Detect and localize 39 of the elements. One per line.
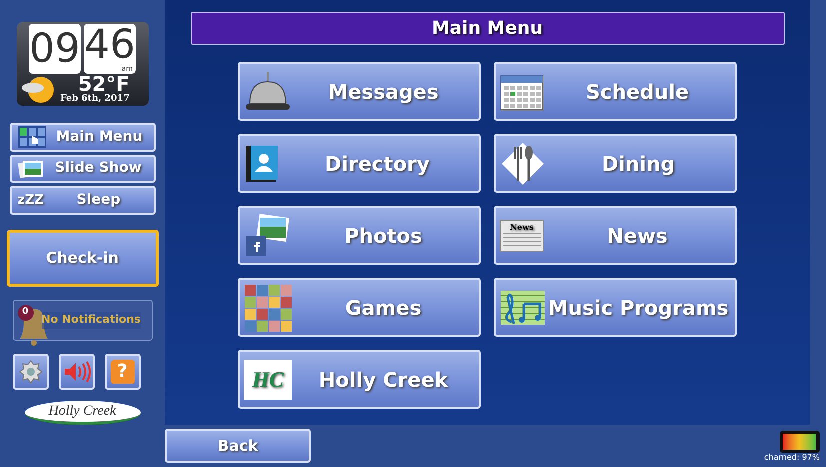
battery-reading: charned: 97% — [764, 454, 820, 462]
contact-book-icon — [244, 144, 280, 184]
hc-logo: HC — [244, 360, 292, 400]
menu-tile[interactable]: HC Holly Creek — [238, 350, 481, 409]
sidebar-button[interactable]: zZZ Sleep — [10, 186, 156, 215]
main-menu-title: Main Menu — [190, 12, 784, 45]
tool-button[interactable]: ? — [104, 354, 140, 390]
notifications-label: No Notifications — [42, 312, 141, 329]
clock-minutes: 46 — [84, 24, 136, 66]
menu-tile[interactable]: Games — [238, 278, 481, 337]
tool-button[interactable] — [12, 354, 48, 390]
sidebar-button[interactable]: Slide Show — [10, 154, 156, 184]
menu-tile[interactable]: Photos — [238, 206, 481, 265]
menu-tile[interactable]: News News — [494, 206, 737, 265]
tool-button[interactable] — [58, 354, 94, 390]
check-in-button[interactable]: Check-in — [6, 230, 158, 287]
menu-tile[interactable]: Directory — [238, 134, 481, 193]
menu-tile[interactable]: Music Programs — [494, 278, 737, 337]
menu-tile[interactable]: Messages — [238, 62, 481, 121]
newspaper-icon: News — [500, 220, 544, 252]
notification-count-badge: 0 — [18, 304, 34, 321]
holly-creek-logo: Holly Creek — [24, 401, 140, 425]
fork-spoon-icon — [500, 140, 546, 186]
sleep-icon: zZZ — [18, 194, 44, 208]
sun-cloud-icon — [20, 74, 56, 106]
music-notes-icon — [500, 290, 546, 326]
game-tiles-icon — [244, 284, 292, 332]
photo-frame-icon — [244, 214, 292, 258]
gear-icon — [18, 360, 42, 384]
sidebar-button[interactable]: Main Menu — [10, 123, 156, 152]
speaker-icon — [62, 361, 90, 383]
clock-hours: 09 — [29, 24, 81, 74]
help-icon: ? — [110, 360, 134, 384]
menu-tile[interactable]: Dining — [494, 134, 737, 193]
menu-tile[interactable]: Schedule — [494, 62, 737, 121]
back-button[interactable]: Back — [165, 429, 311, 463]
temperature: 52°F — [78, 74, 130, 94]
photos-icon — [18, 158, 44, 179]
date: Feb 6th, 2017 — [60, 94, 130, 106]
